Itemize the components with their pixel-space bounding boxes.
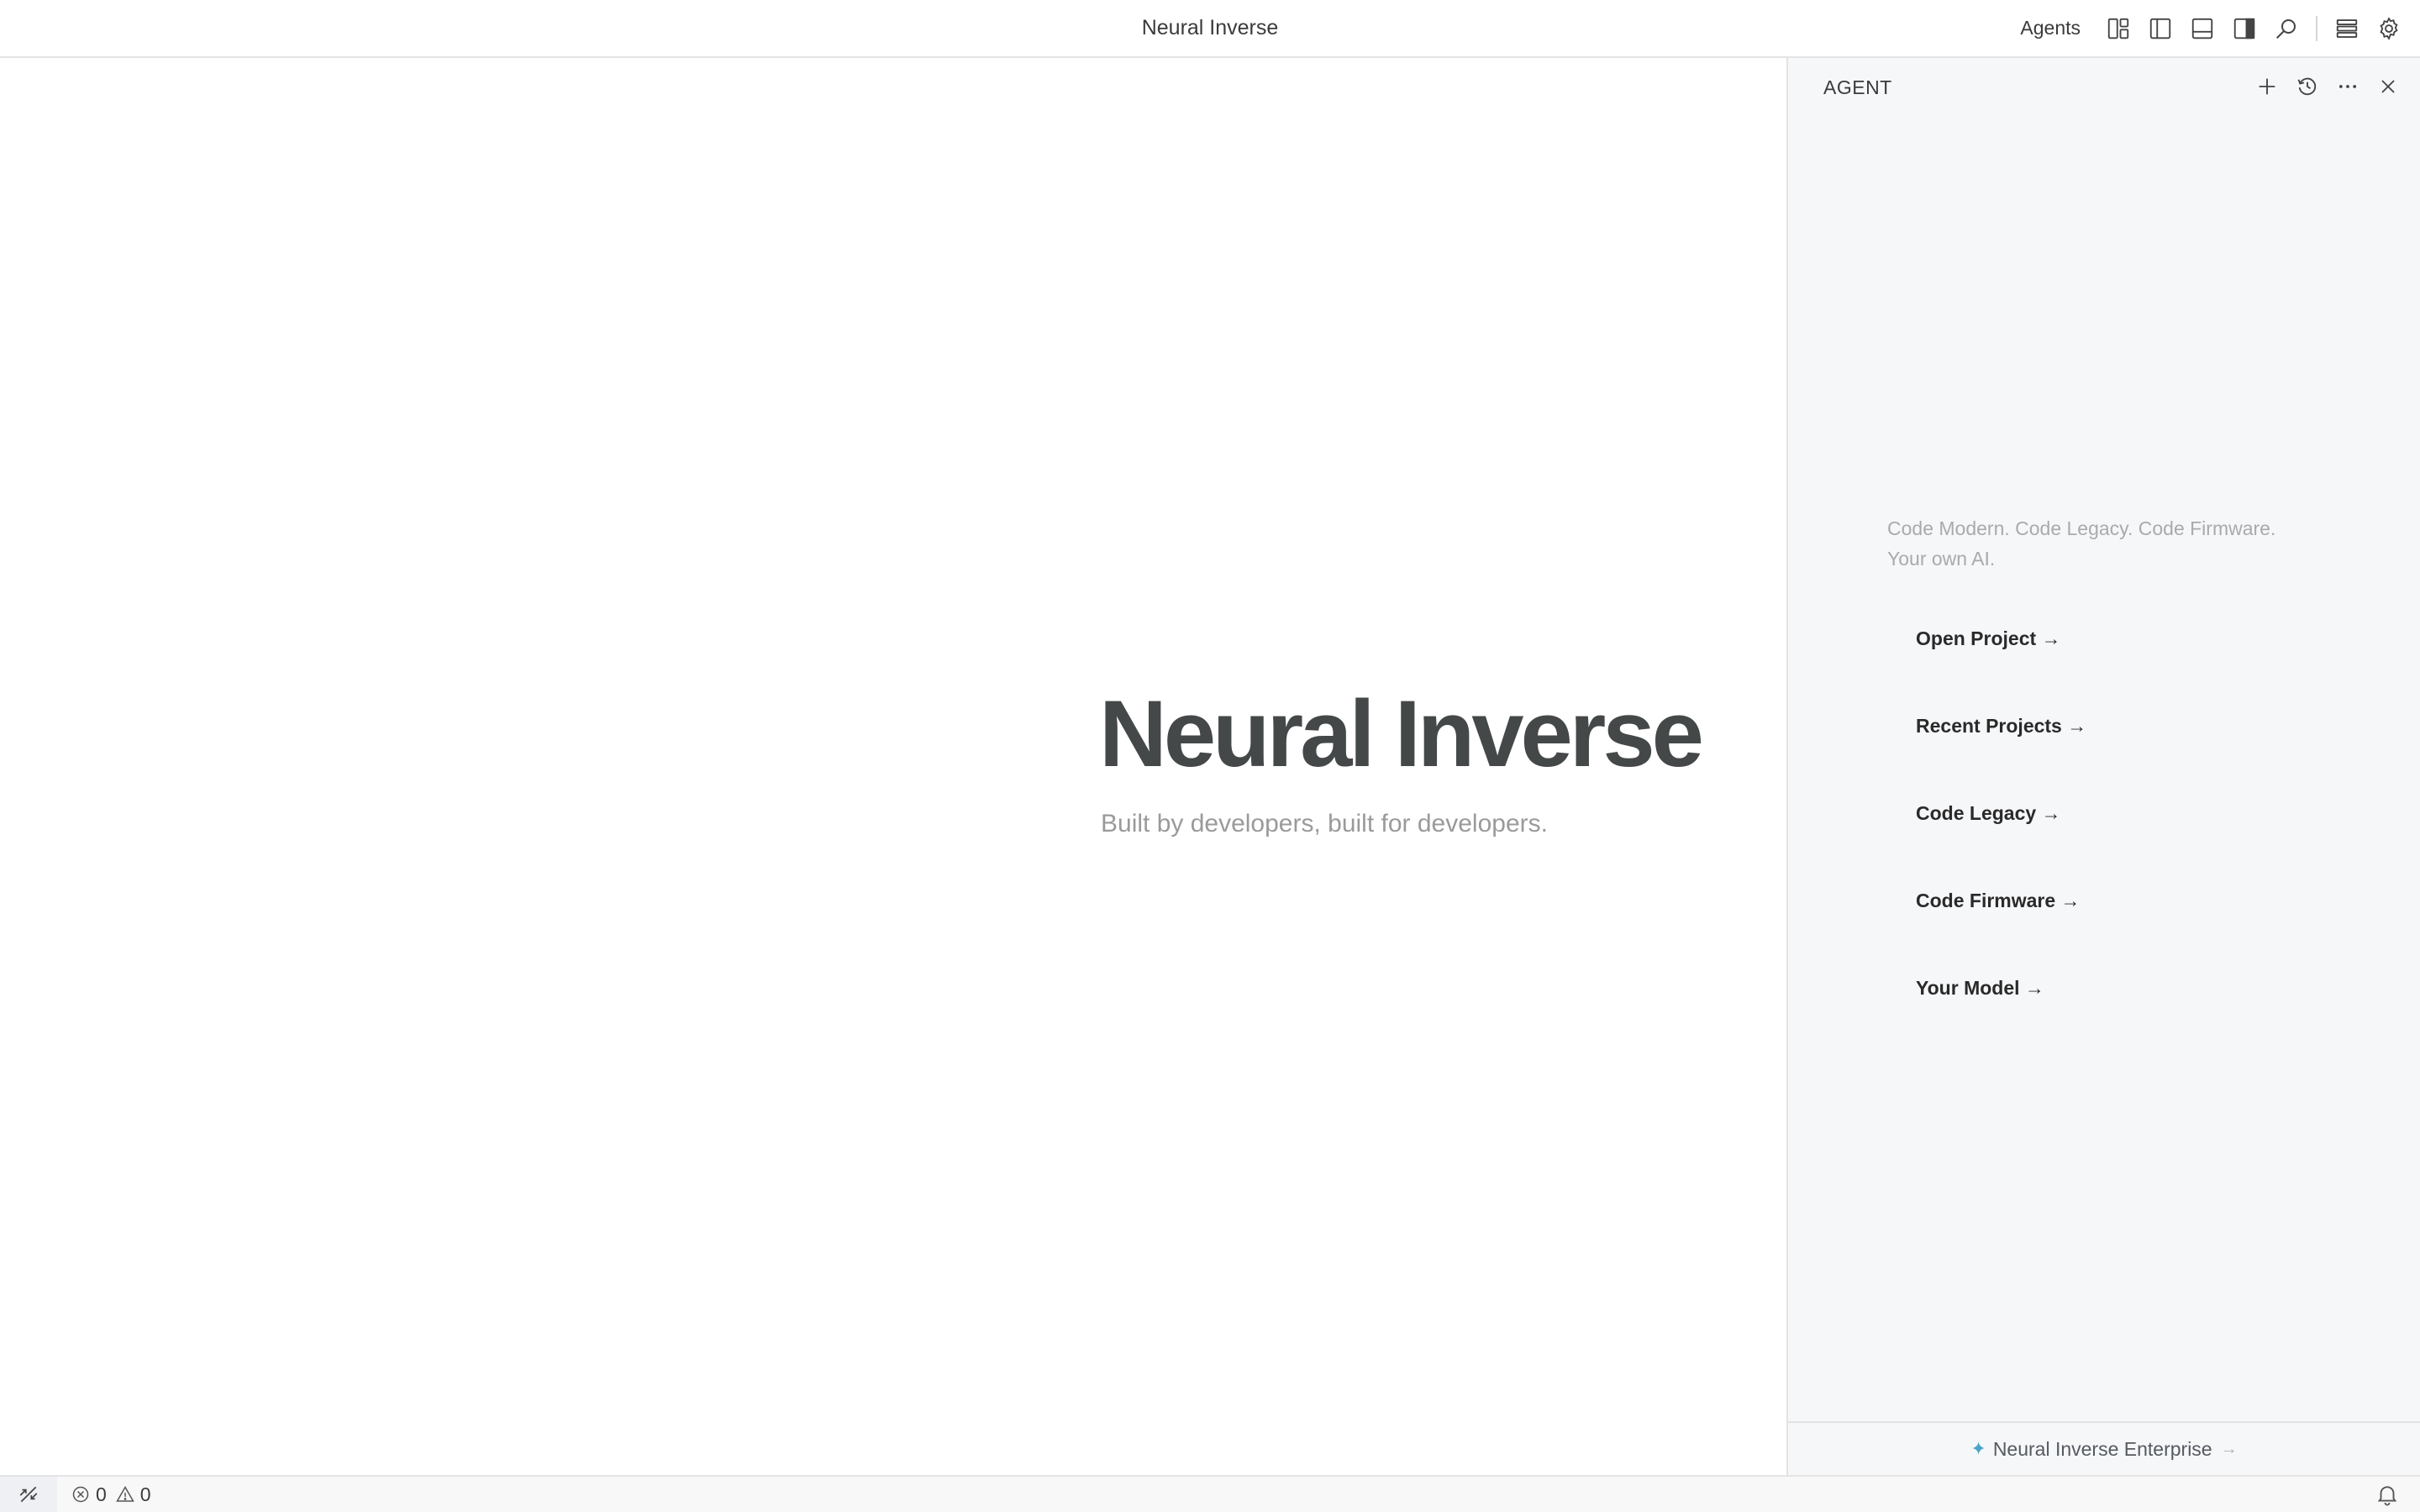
search-icon[interactable] [2269, 11, 2304, 46]
link-label: Code Firmware → [1916, 890, 2081, 911]
close-icon[interactable] [2370, 68, 2407, 105]
customize-layout-icon[interactable] [2101, 11, 2136, 46]
tagline-line-2: Your own AI. [1887, 548, 1996, 570]
agent-panel-title: AGENT [1823, 76, 1892, 98]
warnings-count: 0 [115, 1483, 151, 1506]
editor-area: Neural Inverse Built by developers, buil… [0, 58, 1786, 1475]
recent-projects-link[interactable]: Recent Projects → [1916, 712, 2269, 800]
errors-value: 0 [96, 1483, 107, 1505]
agent-panel: AGENT Code Modern. Code Legacy. Code Fir… [1786, 58, 2420, 1475]
link-label: Open Project → [1916, 627, 2061, 649]
link-label: Recent Projects → [1916, 715, 2087, 737]
open-project-link[interactable]: Open Project → [1916, 625, 2269, 712]
your-model-link[interactable]: Your Model → [1916, 974, 2269, 1062]
remote-indicator-button[interactable] [0, 1477, 57, 1512]
problems-indicator[interactable]: 0 0 [71, 1483, 160, 1506]
sparkle-icon: ✦ [1970, 1438, 1986, 1459]
toggle-primary-sidebar-icon[interactable] [2143, 11, 2178, 46]
agent-tagline: Code Modern. Code Legacy. Code Firmware.… [1887, 513, 2324, 574]
enterprise-label: Neural Inverse Enterprise [1992, 1437, 2212, 1460]
more-icon[interactable] [2329, 68, 2366, 105]
plus-icon[interactable] [2249, 68, 2286, 105]
code-legacy-link[interactable]: Code Legacy → [1916, 800, 2269, 887]
warnings-value: 0 [139, 1483, 151, 1505]
toggle-panel-icon[interactable] [2185, 11, 2220, 46]
errors-count: 0 [71, 1483, 107, 1506]
accounts-list-icon[interactable] [2329, 11, 2365, 46]
hero-title: Neural Inverse [1099, 681, 1704, 786]
error-icon [72, 1486, 89, 1503]
history-icon[interactable] [2289, 68, 2326, 105]
bell-icon[interactable] [2375, 1482, 2400, 1507]
code-firmware-link[interactable]: Code Firmware → [1916, 887, 2269, 974]
hero-subtitle: Built by developers, built for developer… [1101, 810, 1548, 837]
arrow-right-icon: → [2220, 1439, 2238, 1458]
agents-button[interactable]: Agents [2020, 17, 2081, 39]
link-label: Code Legacy → [1916, 802, 2061, 824]
title-bar-separator [2316, 15, 2317, 41]
agent-panel-header: AGENT [1788, 58, 2420, 117]
gear-icon[interactable] [2371, 11, 2407, 46]
remote-icon [19, 1486, 38, 1503]
toggle-secondary-sidebar-icon[interactable] [2227, 11, 2262, 46]
agent-panel-actions [2247, 68, 2408, 105]
tagline-line-1: Code Modern. Code Legacy. Code Firmware. [1887, 517, 2276, 539]
link-label: Your Model → [1916, 977, 2044, 999]
title-bar-actions: Agents [2020, 0, 2410, 56]
status-bar: 0 0 [0, 1475, 2420, 1512]
enterprise-footer-link[interactable]: ✦ Neural Inverse Enterprise → [1788, 1421, 2420, 1475]
quick-links-list: Open Project → Recent Projects → Code Le… [1916, 625, 2269, 1062]
warning-icon [115, 1485, 134, 1502]
title-bar: Neural Inverse Agents [0, 0, 2420, 58]
